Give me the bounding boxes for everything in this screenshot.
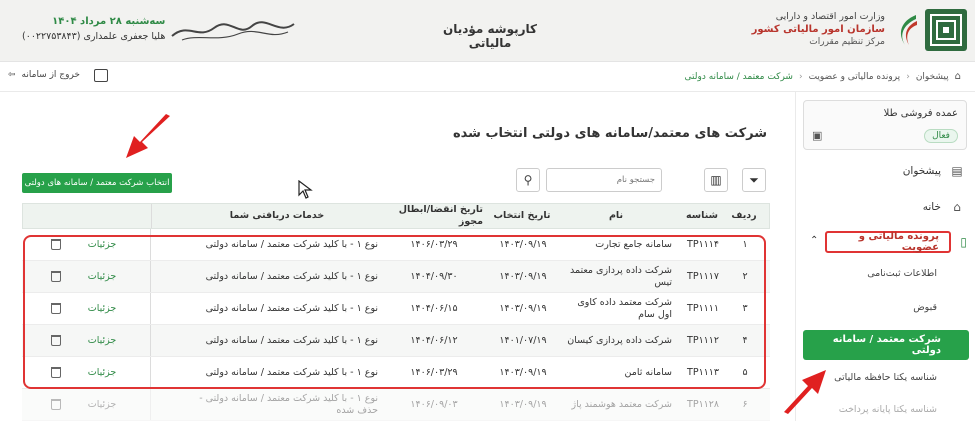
red-arrow-icon — [126, 114, 170, 158]
col-expiry-date: تاریخ انقضا/ابطال مجوز — [398, 204, 483, 227]
logout-label: خروج از سامانه — [21, 70, 80, 80]
profile-card-icon[interactable] — [94, 69, 108, 82]
sidebar-item-dashboard[interactable]: ▤ پیشخوان — [797, 160, 975, 182]
sidebar-sub-trusted-company[interactable]: شرکت معتمد / سامانه دولتی — [803, 330, 969, 360]
search-icon: ⚲ — [523, 173, 533, 187]
current-date: سه‌شنبه ۲۸ مرداد ۱۴۰۴ — [52, 16, 166, 27]
delete-button[interactable] — [48, 389, 64, 420]
search-input[interactable] — [546, 168, 662, 192]
calligraphy-slogan — [171, 21, 295, 41]
dashboard-icon: ▤ — [951, 164, 963, 178]
breadcrumb-current: شرکت معتمد / سامانه دولتی — [684, 71, 793, 82]
col-selection-date: تاریخ انتخاب — [493, 210, 551, 221]
sidebar-sub-bills[interactable]: قبوض — [913, 302, 937, 313]
row-expiry-date: ۱۴۰۶/۰۹/۰۳ — [410, 398, 458, 410]
row-number: ۶ — [742, 398, 748, 410]
org-name: سازمان امور مالیاتی کشور — [751, 24, 885, 35]
breadcrumb: ⌂ پیشخوان ‹ پرونده مالیاتی و عضویت ‹ شرک… — [685, 71, 961, 82]
chevron-left-icon: ‹ — [906, 71, 910, 82]
flag-swoosh-icon — [900, 15, 917, 45]
sidebar-sub-terminal-id[interactable]: شناسه یکتا پایانه پرداخت — [839, 404, 937, 415]
app-header: وزارت امور اقتصاد و دارایی سازمان امور م… — [0, 0, 975, 62]
org-center: مرکز تنظیم مقررات — [809, 37, 885, 47]
sidebar-item-tax-file[interactable]: پرونده مالیاتی و عضویت — [825, 231, 951, 253]
row-selection-date: ۱۴۰۳/۰۹/۱۹ — [499, 398, 547, 410]
col-services: خدمات دریافتی شما — [229, 210, 325, 221]
table-row-removed: ۶ TP۱۱۲۸ شرکت معتمد هوشمند پاژ ۱۴۰۳/۰۹/۱… — [22, 389, 770, 421]
chevron-up-icon[interactable]: ⌃ — [810, 235, 818, 246]
row-id: TP۱۱۲۸ — [687, 398, 719, 410]
company-name: عمده فروشی طلا — [883, 108, 958, 119]
user-name: هلیا جعفری علمداری (۰۰۲۲۷۵۳۸۴۳) — [22, 31, 166, 42]
row-service: نوع ۱ - با کلید شرکت معتمد / سامانه دولت… — [199, 392, 378, 416]
row-name: شرکت معتمد هوشمند پاژ — [571, 398, 672, 410]
columns-icon: ▥ — [710, 173, 722, 187]
trash-icon — [51, 399, 61, 410]
org-ministry: وزارت امور اقتصاد و دارایی — [775, 11, 885, 22]
sidebar-item-home[interactable]: ⌂ خانه — [797, 196, 975, 218]
status-badge: فعال — [924, 129, 958, 143]
filter-icon: ⏷ — [749, 172, 759, 187]
page-title: شرکت های معتمد/سامانه های دولتی انتخاب ش… — [452, 126, 767, 141]
details-link[interactable]: جزئیات — [72, 389, 132, 420]
sidebar-sub-registration[interactable]: اطلاعات ثبت‌نامی — [867, 268, 937, 279]
rows-highlight-box — [23, 235, 766, 389]
emblem-icon — [930, 14, 962, 46]
sidebar-sub-memory-id[interactable]: شناسه یکتا حافظه مالیاتی — [834, 372, 937, 383]
logout-icon: ⇦ — [8, 70, 16, 80]
logout-button[interactable]: خروج از سامانه ⇦ — [8, 70, 80, 80]
col-row-number: ردیف — [731, 210, 757, 221]
top-bar: ⌂ پیشخوان ‹ پرونده مالیاتی و عضویت ‹ شرک… — [0, 62, 975, 92]
company-edit-icon[interactable]: ▣ — [812, 129, 822, 142]
company-card[interactable]: عمده فروشی طلا فعال ▣ — [803, 100, 967, 150]
search-button[interactable]: ⚲ — [516, 168, 540, 192]
col-id: شناسه — [686, 210, 718, 221]
column-divider — [150, 389, 151, 420]
sidebar-item-label: پرونده مالیاتی و عضویت — [858, 231, 939, 253]
search-bar: ⚲ — [516, 168, 662, 192]
mouse-cursor-icon — [298, 180, 313, 199]
breadcrumb-dashboard[interactable]: پیشخوان — [916, 72, 949, 82]
organization-name: وزارت امور اقتصاد و دارایی سازمان امور م… — [752, 10, 885, 49]
select-trusted-company-button[interactable]: انتخاب شرکت معتمد / سامانه های دولتی — [22, 173, 172, 193]
home-icon[interactable]: ⌂ — [955, 71, 961, 82]
tax-organization-logo — [925, 9, 967, 51]
columns-button[interactable]: ▥ — [704, 168, 728, 192]
user-info: سه‌شنبه ۲۸ مرداد ۱۴۰۴ هلیا جعفری علمداری… — [22, 14, 165, 44]
app-title: کارپوشه مؤدیان مالیاتی — [442, 22, 538, 50]
red-arrow-icon — [784, 370, 826, 414]
sidebar-item-label: خانه — [922, 201, 941, 213]
column-divider — [151, 204, 152, 228]
document-icon: ▯ — [960, 235, 967, 249]
table-header: ردیف شناسه نام تاریخ انتخاب تاریخ انقضا/… — [22, 203, 770, 229]
breadcrumb-tax-file[interactable]: پرونده مالیاتی و عضویت — [809, 72, 901, 82]
home-icon: ⌂ — [953, 200, 961, 214]
col-name: نام — [608, 210, 624, 221]
filter-button[interactable]: ⏷ — [742, 168, 766, 192]
chevron-left-icon: ‹ — [798, 71, 803, 82]
sidebar-item-label: شرکت معتمد / سامانه دولتی — [832, 334, 941, 356]
sidebar-item-label: پیشخوان — [902, 165, 941, 177]
